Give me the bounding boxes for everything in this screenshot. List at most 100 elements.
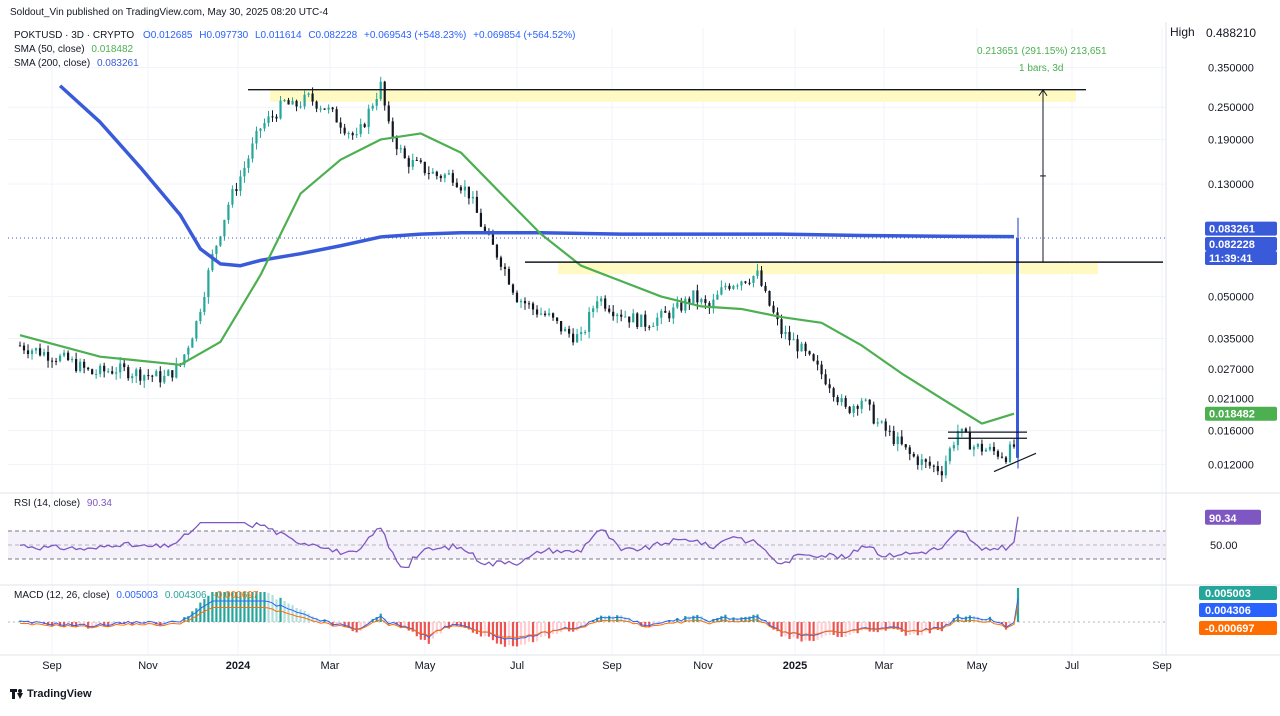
macd-histogram-bar bbox=[515, 622, 519, 647]
macd-legend[interactable]: MACD (12, 26, close) 0.005003 0.004306 -… bbox=[14, 590, 258, 601]
candle-body bbox=[844, 398, 847, 407]
rsi-legend[interactable]: RSI (14, close) 90.34 bbox=[14, 498, 112, 509]
candle-body bbox=[908, 447, 911, 454]
price-tick-label: 0.021000 bbox=[1208, 394, 1254, 406]
candle-body bbox=[147, 375, 150, 377]
candle-body bbox=[391, 121, 394, 139]
candle-body bbox=[559, 320, 563, 332]
candle-body bbox=[539, 313, 543, 315]
candle-body bbox=[652, 325, 655, 327]
candle-body bbox=[419, 160, 422, 162]
candle-body bbox=[279, 100, 282, 119]
candle-body bbox=[768, 290, 771, 306]
candle-body bbox=[107, 371, 110, 373]
candle-body bbox=[459, 187, 462, 191]
candle-body bbox=[644, 314, 647, 327]
symbol-name[interactable]: POKTUSD · 3D · CRYPTO bbox=[14, 30, 134, 41]
candle-body bbox=[760, 270, 763, 286]
macd-histogram-bar bbox=[507, 622, 511, 646]
chart-svg[interactable]: 0.350000 0.250000 0.190000 0.130000 0.050000… bbox=[0, 0, 1280, 711]
measure-label-2: 1 bars, 3d bbox=[1019, 63, 1064, 74]
candle-body bbox=[684, 298, 687, 311]
macd-histogram-bar bbox=[820, 622, 823, 638]
macd-histogram-bar bbox=[547, 622, 551, 639]
time-axis-label: Jul bbox=[1065, 660, 1079, 672]
ohlc-close: C0.082228 bbox=[308, 30, 358, 41]
tradingview-logo-icon bbox=[10, 689, 23, 699]
candle-body bbox=[748, 282, 751, 284]
candle-body bbox=[567, 328, 571, 334]
macd-histogram-bar bbox=[559, 622, 563, 633]
candle-body bbox=[580, 332, 583, 335]
candle-body bbox=[66, 352, 70, 361]
candle-body bbox=[127, 367, 130, 379]
candle-body bbox=[812, 354, 815, 361]
candle-body bbox=[676, 302, 679, 308]
macd-histogram-bar bbox=[491, 622, 495, 641]
candle-body bbox=[439, 175, 442, 179]
candle-body bbox=[62, 352, 66, 356]
candle-body bbox=[471, 196, 475, 199]
candle-body bbox=[972, 446, 976, 450]
candle-body bbox=[892, 430, 895, 445]
publish-header: Soldout_Vin published on TradingView.com… bbox=[10, 7, 329, 18]
candle-body bbox=[427, 173, 430, 175]
macd-histogram-bar bbox=[495, 622, 499, 644]
candle-body bbox=[716, 294, 719, 300]
candle-body bbox=[976, 443, 980, 447]
candle-body bbox=[856, 405, 859, 409]
candle-body bbox=[808, 351, 811, 355]
candle-body bbox=[123, 363, 126, 368]
macd-value-2: 0.004306 bbox=[164, 590, 207, 601]
candle-body bbox=[832, 388, 835, 398]
candle-body bbox=[924, 459, 927, 462]
macd-histogram-bar bbox=[828, 622, 831, 635]
time-axis-label: Nov bbox=[693, 660, 713, 672]
candle-body bbox=[167, 370, 170, 376]
candle-body bbox=[139, 369, 142, 381]
candle-body bbox=[431, 171, 434, 174]
macd-badge-2: 0.004306 bbox=[1205, 605, 1251, 617]
macd-histogram-bar bbox=[816, 622, 819, 640]
tradingview-brand[interactable]: TradingView bbox=[10, 688, 92, 700]
candle-body bbox=[928, 461, 931, 466]
candle-body bbox=[900, 436, 903, 445]
macd-histogram-bar bbox=[916, 622, 919, 636]
candle-body bbox=[940, 471, 943, 476]
candle-body bbox=[283, 100, 286, 102]
macd-histogram-bar bbox=[531, 622, 535, 643]
time-axis-label: Mar bbox=[875, 660, 894, 672]
candle-body bbox=[239, 176, 242, 192]
rsi-band bbox=[8, 531, 1166, 559]
candle-body bbox=[223, 219, 226, 237]
candle-body bbox=[828, 384, 831, 389]
candle-body bbox=[199, 312, 202, 322]
candle-body bbox=[752, 275, 755, 283]
candle-body bbox=[728, 285, 731, 289]
sma200-legend[interactable]: SMA (200, close) 0.083261 bbox=[14, 58, 139, 69]
candle-body bbox=[932, 465, 935, 467]
candle-body bbox=[479, 212, 483, 227]
sma50-legend[interactable]: SMA (50, close) 0.018482 bbox=[14, 44, 133, 55]
macd-histogram-bar bbox=[900, 622, 903, 632]
candle-body bbox=[195, 321, 198, 339]
macd-histogram-bar bbox=[439, 622, 442, 634]
candle-body bbox=[864, 399, 867, 401]
candle-body bbox=[1012, 444, 1016, 447]
macd-histogram-bar bbox=[195, 608, 198, 622]
candle-body bbox=[347, 133, 350, 135]
macd-histogram-bar bbox=[940, 622, 943, 632]
candle-body bbox=[563, 328, 567, 332]
candle-body bbox=[612, 311, 615, 317]
macd-histogram-bar bbox=[856, 622, 859, 634]
candle-body bbox=[756, 270, 759, 276]
price-tick-label: 0.350000 bbox=[1208, 63, 1254, 75]
candle-body bbox=[475, 196, 479, 213]
high-value: 0.488210 bbox=[1206, 26, 1256, 40]
candle-body bbox=[407, 158, 410, 167]
candle-body bbox=[387, 105, 390, 122]
candle-body bbox=[964, 428, 967, 432]
candle-body bbox=[852, 405, 855, 413]
candle-body bbox=[295, 100, 298, 107]
candle-body bbox=[772, 305, 775, 313]
